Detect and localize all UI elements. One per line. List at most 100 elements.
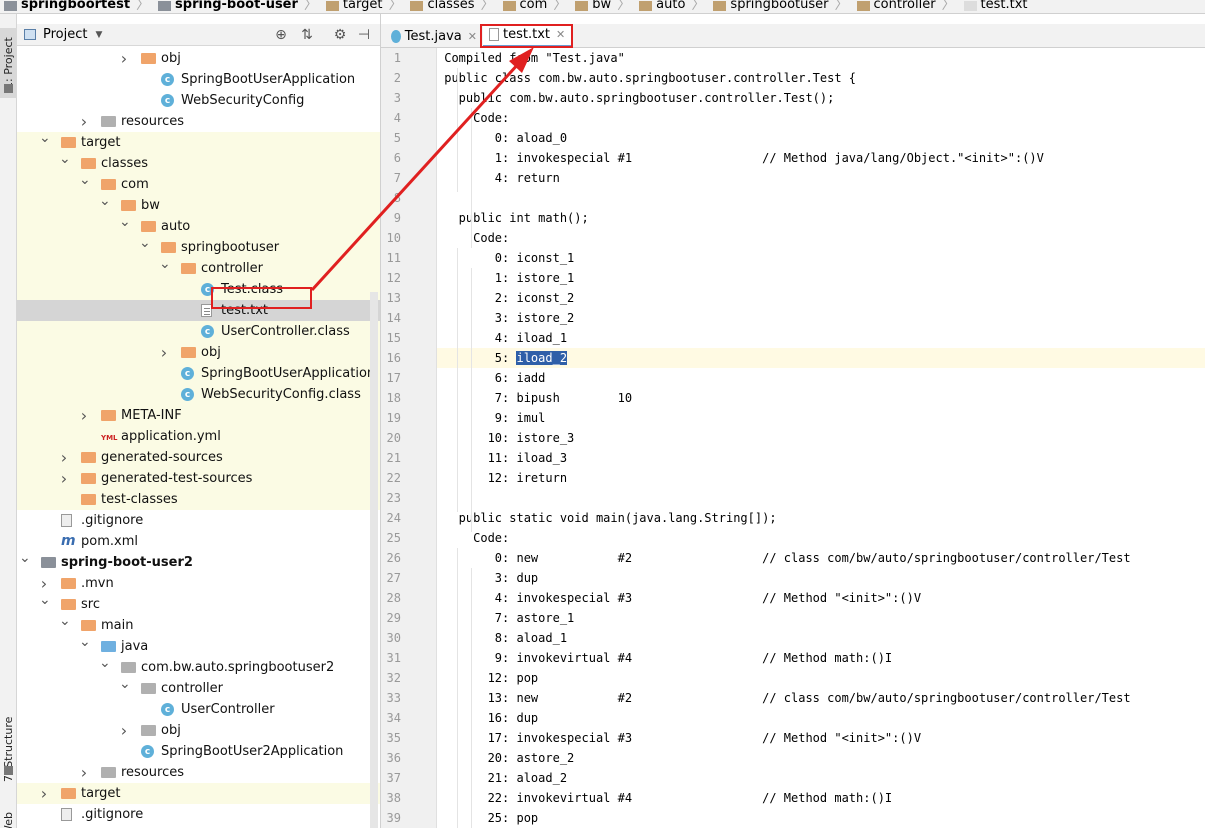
chevron-down-icon[interactable]: ⌄ <box>79 174 91 188</box>
code-line[interactable] <box>437 188 1205 208</box>
code-line[interactable]: 3: istore_2 <box>437 308 1205 328</box>
tree-item[interactable]: › target <box>17 783 380 804</box>
breadcrumb-item[interactable]: controller 〉 <box>853 0 960 12</box>
tree-item[interactable]: c UserController.class <box>17 321 380 342</box>
code-area[interactable]: Compiled from "Test.java" public class c… <box>437 48 1205 828</box>
code-line[interactable]: 1: invokespecial #1 // Method java/lang/… <box>437 148 1205 168</box>
code-line[interactable]: 7: bipush 10 <box>437 388 1205 408</box>
code-line[interactable]: 8: aload_1 <box>437 628 1205 648</box>
tree-item[interactable]: c Test.class <box>17 279 380 300</box>
structure-tool-tab[interactable]: 7: Structure <box>0 709 17 789</box>
code-line[interactable]: 12: pop <box>437 668 1205 688</box>
breadcrumb-item[interactable]: target 〉 <box>322 0 407 12</box>
code-line[interactable]: 10: istore_3 <box>437 428 1205 448</box>
tree-item[interactable]: m pom.xml <box>17 531 380 552</box>
code-line[interactable]: public com.bw.auto.springbootuser.contro… <box>437 88 1205 108</box>
close-icon[interactable]: ✕ <box>556 28 565 41</box>
code-line[interactable]: 11: iload_3 <box>437 448 1205 468</box>
chevron-down-icon[interactable]: ⌄ <box>139 237 151 251</box>
tree-item[interactable]: › generated-sources <box>17 447 380 468</box>
tree-item[interactable]: ⌄ controller <box>17 258 380 279</box>
breadcrumb-item[interactable]: springboortest 〉 <box>0 0 154 12</box>
tree-item[interactable]: c WebSecurityConfig.class <box>17 384 380 405</box>
code-line[interactable]: public int math(); <box>437 208 1205 228</box>
tree-item[interactable]: › resources <box>17 111 380 132</box>
chevron-right-icon[interactable]: › <box>39 784 49 803</box>
breadcrumb-item[interactable]: bw 〉 <box>571 0 635 12</box>
code-line[interactable]: 22: invokevirtual #4 // Method math:()I <box>437 788 1205 808</box>
tree-item[interactable]: .gitignore <box>17 510 380 531</box>
tree-item[interactable]: ⌄ bw <box>17 195 380 216</box>
tree-item[interactable]: .gitignore <box>17 804 380 825</box>
code-line[interactable]: 2: iconst_2 <box>437 288 1205 308</box>
web-tool-tab[interactable]: Web <box>0 804 17 828</box>
locate-icon[interactable]: ⊕ <box>273 27 289 43</box>
breadcrumb-item[interactable]: classes 〉 <box>406 0 498 12</box>
project-scrollbar[interactable] <box>370 292 378 828</box>
code-line[interactable]: Code: <box>437 108 1205 128</box>
project-panel-title[interactable]: Project <box>43 27 87 42</box>
breadcrumb-item[interactable]: test.txt <box>960 0 1032 12</box>
code-line[interactable]: 4: return <box>437 168 1205 188</box>
tree-item[interactable]: › resources <box>17 762 380 783</box>
tree-item[interactable]: › .mvn <box>17 573 380 594</box>
chevron-down-icon[interactable]: ⌄ <box>99 657 111 671</box>
code-line[interactable] <box>437 488 1205 508</box>
chevron-down-icon[interactable]: ⌄ <box>59 153 71 167</box>
code-line[interactable]: public class com.bw.auto.springbootuser.… <box>437 68 1205 88</box>
breadcrumb-item[interactable]: com 〉 <box>499 0 572 12</box>
code-line[interactable]: 0: aload_0 <box>437 128 1205 148</box>
tree-item[interactable]: ⌄ auto <box>17 216 380 237</box>
chevron-right-icon[interactable]: › <box>79 112 89 131</box>
code-line[interactable]: 7: astore_1 <box>437 608 1205 628</box>
code-line[interactable]: Code: <box>437 528 1205 548</box>
chevron-down-icon[interactable]: ⌄ <box>159 258 171 272</box>
chevron-right-icon[interactable]: › <box>59 448 69 467</box>
tree-item[interactable]: c WebSecurityConfig <box>17 90 380 111</box>
tree-item[interactable]: ⌄ com.bw.auto.springbootuser2 <box>17 657 380 678</box>
tree-item[interactable]: c SpringBootUserApplication <box>17 69 380 90</box>
code-line[interactable]: 9: imul <box>437 408 1205 428</box>
chevron-down-icon[interactable]: ⌄ <box>39 132 51 146</box>
code-line[interactable]: 4: invokespecial #3 // Method "<init>":(… <box>437 588 1205 608</box>
chevron-down-icon[interactable]: ⌄ <box>39 594 51 608</box>
close-icon[interactable]: ✕ <box>468 30 477 43</box>
code-line[interactable]: 0: new #2 // class com/bw/auto/springboo… <box>437 548 1205 568</box>
gear-icon[interactable]: ⚙ <box>332 27 348 43</box>
tree-item[interactable]: YML application.yml <box>17 426 380 447</box>
chevron-down-icon[interactable]: ⌄ <box>59 615 71 629</box>
tree-item[interactable]: › obj <box>17 720 380 741</box>
tab-test-txt[interactable]: test.txt ✕ <box>483 24 571 48</box>
code-line[interactable]: 13: new #2 // class com/bw/auto/springbo… <box>437 688 1205 708</box>
chevron-down-icon[interactable]: ⌄ <box>119 216 131 230</box>
chevron-right-icon[interactable]: › <box>59 469 69 488</box>
chevron-right-icon[interactable]: › <box>79 406 89 425</box>
code-line[interactable]: 5: iload_2 <box>437 348 1205 368</box>
code-line[interactable]: 3: dup <box>437 568 1205 588</box>
code-line[interactable]: 9: invokevirtual #4 // Method math:()I <box>437 648 1205 668</box>
tree-item[interactable]: › generated-test-sources <box>17 468 380 489</box>
tree-item[interactable]: test-classes <box>17 489 380 510</box>
breadcrumb-item[interactable]: auto 〉 <box>635 0 709 12</box>
chevron-right-icon[interactable]: › <box>39 574 49 593</box>
tree-item[interactable]: ⌄ java <box>17 636 380 657</box>
tree-item[interactable]: ⌄ classes <box>17 153 380 174</box>
chevron-down-icon[interactable]: ⌄ <box>19 552 31 566</box>
code-line[interactable]: 21: aload_2 <box>437 768 1205 788</box>
code-line[interactable]: 25: pop <box>437 808 1205 828</box>
tree-item[interactable]: ⌄ com <box>17 174 380 195</box>
tree-item[interactable]: c UserController <box>17 699 380 720</box>
tree-item[interactable]: › obj <box>17 342 380 363</box>
tree-item[interactable]: › obj <box>17 48 380 69</box>
breadcrumb-item[interactable]: spring-boot-user 〉 <box>154 0 322 12</box>
chevron-right-icon[interactable]: › <box>119 49 129 68</box>
tree-item[interactable]: c SpringBootUserApplication.c <box>17 363 380 384</box>
tree-item[interactable]: ⌄ controller <box>17 678 380 699</box>
tree-item[interactable]: ⌄ springbootuser <box>17 237 380 258</box>
tree-item[interactable]: test.txt <box>17 300 380 321</box>
tab-test-java[interactable]: Test.java ✕ <box>385 24 477 48</box>
code-line[interactable]: 12: ireturn <box>437 468 1205 488</box>
code-line[interactable]: Compiled from "Test.java" <box>437 48 1205 68</box>
tree-item[interactable]: ⌄ target <box>17 132 380 153</box>
code-line[interactable]: 1: istore_1 <box>437 268 1205 288</box>
